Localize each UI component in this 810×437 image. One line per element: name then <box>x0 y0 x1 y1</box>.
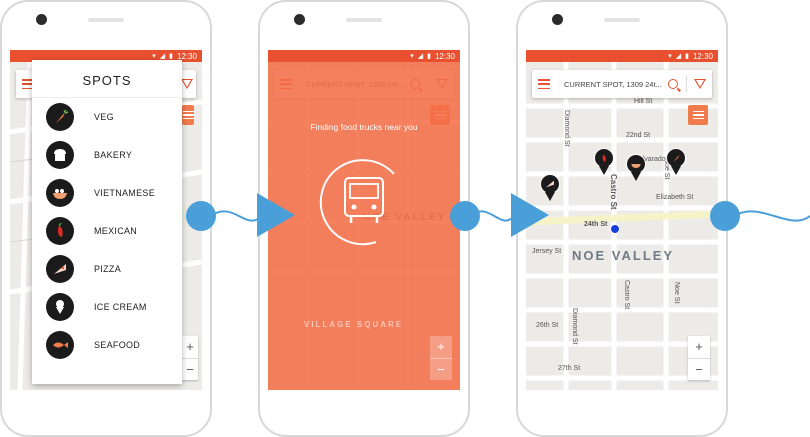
speaker <box>346 18 382 22</box>
zoom-in-button[interactable]: + <box>688 336 710 358</box>
wifi-icon: ▾ <box>410 53 414 60</box>
zoom-in-button[interactable]: + <box>182 336 198 358</box>
fish-icon <box>46 331 74 359</box>
area-label: VILLAGE SQUARE <box>304 320 404 329</box>
spot-label: ICE CREAM <box>94 302 147 312</box>
spots-title: SPOTS <box>82 73 132 88</box>
ice-cream-icon <box>46 293 74 321</box>
search-icon[interactable] <box>668 79 678 89</box>
wifi-icon: ▾ <box>152 53 156 60</box>
noodle-bowl-icon <box>46 179 74 207</box>
neighborhood-label: NOE VALLEY <box>572 248 675 263</box>
street-label: Hill St <box>634 98 653 105</box>
spot-item-ice-cream[interactable]: ICE CREAM <box>32 288 182 326</box>
spot-label: VEG <box>94 112 114 122</box>
chili-pepper-icon <box>46 217 74 245</box>
list-view-button[interactable] <box>182 105 194 125</box>
map-marker-mexican[interactable] <box>594 148 614 175</box>
camera <box>36 14 47 25</box>
spot-label: MEXICAN <box>94 226 138 236</box>
carrot-icon <box>666 148 686 168</box>
wifi-icon: ▾ <box>668 53 672 60</box>
zoom-controls: + − <box>688 336 710 380</box>
spot-item-mexican[interactable]: MEXICAN <box>32 212 182 250</box>
zoom-out-button[interactable]: − <box>182 357 198 381</box>
zoom-out-button[interactable]: − <box>688 357 710 381</box>
flow-arrow-icon <box>257 193 295 237</box>
battery-icon: ▮ <box>169 53 173 60</box>
zoom-out-button[interactable]: − <box>430 357 452 381</box>
status-bar: ▾ ◢ ▮ 12:30 <box>268 50 460 62</box>
battery-icon: ▮ <box>685 53 689 60</box>
battery-icon: ▮ <box>427 53 431 60</box>
pizza-slice-icon <box>540 174 560 194</box>
status-time: 12:30 <box>692 51 713 61</box>
spot-item-pizza[interactable]: PIZZA <box>32 250 182 288</box>
status-time: 12:30 <box>434 51 455 61</box>
bread-icon <box>46 141 74 169</box>
flow-dot <box>186 201 216 231</box>
screen-spots: ▾ ◢ ▮ 12:30 + − SPOTS VEG BAKERY VIETNAM… <box>10 50 202 390</box>
spots-panel: SPOTS VEG BAKERY VIETNAMESE MEXICAN PIZZ… <box>32 60 182 384</box>
spot-label: PIZZA <box>94 264 122 274</box>
street-label: Castro St <box>609 174 618 210</box>
noodle-bowl-icon <box>626 154 646 174</box>
speaker <box>604 18 640 22</box>
flow-dot <box>450 201 480 231</box>
food-truck-icon <box>344 177 384 223</box>
spot-item-veg[interactable]: VEG <box>32 98 182 136</box>
zoom-controls: + − <box>182 336 198 380</box>
spot-item-vietnamese[interactable]: VIETNAMESE <box>32 174 182 212</box>
current-location-dot <box>610 224 620 234</box>
screen-loading: ▾ ◢ ▮ 12:30 NOE VALLEY <box>268 50 460 390</box>
street-label: Noe St <box>673 282 680 304</box>
status-bar: ▾ ◢ ▮ 12:30 <box>526 50 718 62</box>
spot-label: BAKERY <box>94 150 133 160</box>
filter-icon[interactable] <box>694 79 706 89</box>
street-label: 22nd St <box>626 132 651 139</box>
zoom-in-button[interactable]: + <box>430 336 452 358</box>
street-label: 27th St <box>558 365 581 372</box>
phone-spots-menu: ▾ ◢ ▮ 12:30 + − SPOTS VEG BAKERY VIETNAM… <box>0 0 212 437</box>
signal-icon: ◢ <box>417 53 424 60</box>
spot-item-seafood[interactable]: SEAFOOD <box>32 326 182 364</box>
spot-label: VIETNAMESE <box>94 188 156 198</box>
pizza-slice-icon <box>46 255 74 283</box>
app-flow-stage: ▾ ◢ ▮ 12:30 + − SPOTS VEG BAKERY VIETNAM… <box>0 0 810 437</box>
street-label: Elizabeth St <box>656 194 694 201</box>
power-button <box>210 122 212 150</box>
search-text[interactable]: CURRENT SPOT, 1309 24t... <box>564 80 668 89</box>
signal-icon: ◢ <box>159 53 166 60</box>
flow-arrow-icon <box>511 193 549 237</box>
speaker <box>88 18 124 22</box>
spot-label: SEAFOOD <box>94 340 141 350</box>
loading-message: Finding food trucks near you <box>310 122 418 132</box>
spot-item-bakery[interactable]: BAKERY <box>32 136 182 174</box>
menu-icon[interactable] <box>538 79 550 89</box>
camera <box>552 14 563 25</box>
divider <box>686 76 687 92</box>
map-marker-veg[interactable] <box>666 148 686 175</box>
chili-pepper-icon <box>594 148 614 168</box>
street-label: Castro St <box>623 280 630 310</box>
map-marker-vietnamese[interactable] <box>626 154 646 181</box>
carrot-icon <box>46 103 74 131</box>
street-label: 26th St <box>536 322 559 329</box>
power-button <box>726 122 728 150</box>
flow-dot <box>710 201 740 231</box>
street-label: Jersey St <box>532 248 562 255</box>
power-button <box>468 122 470 150</box>
street-label: Diamond St <box>571 308 578 345</box>
search-bar[interactable]: CURRENT SPOT, 1309 24t... <box>532 70 712 98</box>
screen-results: ▾ ◢ ▮ 12:30 Diamond St Hill St 22nd St A… <box>526 50 718 390</box>
list-view-button[interactable] <box>688 105 708 125</box>
signal-icon: ◢ <box>675 53 682 60</box>
street-label: Diamond St <box>563 110 570 147</box>
street-label: 24th St <box>584 221 608 228</box>
filter-icon[interactable] <box>181 79 193 89</box>
zoom-controls: + − <box>430 336 452 380</box>
camera <box>294 14 305 25</box>
